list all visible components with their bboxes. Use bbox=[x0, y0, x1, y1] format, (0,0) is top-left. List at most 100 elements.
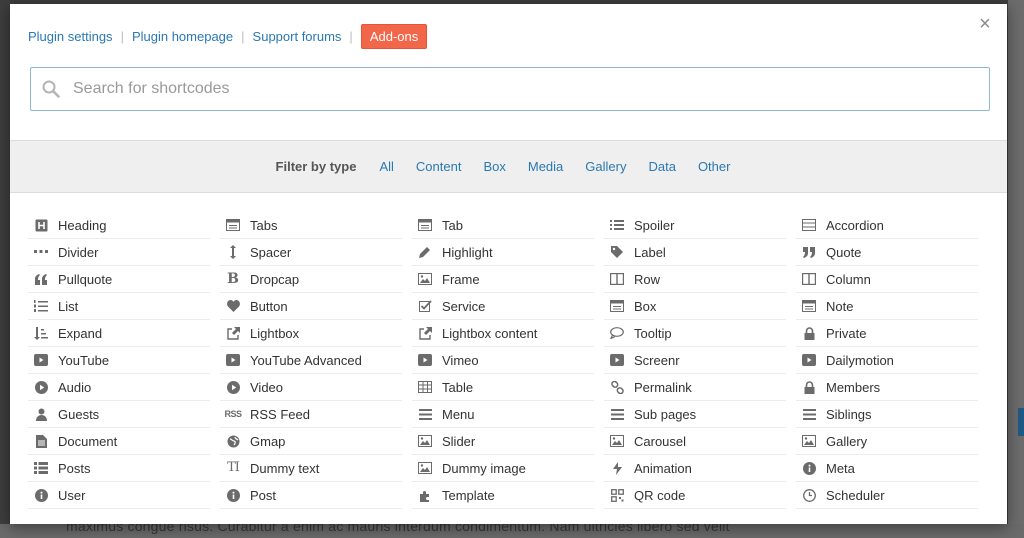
shortcode-item-spoiler[interactable]: Spoiler bbox=[604, 212, 786, 239]
shortcode-item-tabs[interactable]: Tabs bbox=[220, 212, 402, 239]
shortcode-item-sub-pages[interactable]: Sub pages bbox=[604, 401, 786, 428]
shortcode-item-column[interactable]: Column bbox=[796, 266, 978, 293]
filter-other[interactable]: Other bbox=[698, 159, 731, 174]
shortcode-item-template[interactable]: Template bbox=[412, 482, 594, 509]
shortcode-item-vimeo[interactable]: Vimeo bbox=[412, 347, 594, 374]
filter-media[interactable]: Media bbox=[528, 159, 563, 174]
shortcode-label: Tabs bbox=[250, 217, 278, 233]
filter-gallery[interactable]: Gallery bbox=[585, 159, 626, 174]
shortcode-label: Highlight bbox=[442, 244, 493, 260]
shortcode-item-rss-feed[interactable]: RSS RSS Feed bbox=[220, 401, 402, 428]
shortcode-item-lightbox-content[interactable]: Lightbox content bbox=[412, 320, 594, 347]
shortcode-item-divider[interactable]: Divider bbox=[28, 239, 210, 266]
shortcode-item-lightbox[interactable]: Lightbox bbox=[220, 320, 402, 347]
shortcode-label: Spacer bbox=[250, 244, 292, 260]
search-input[interactable] bbox=[71, 69, 989, 109]
shortcode-item-accordion[interactable]: Accordion bbox=[796, 212, 978, 239]
filter-all[interactable]: All bbox=[379, 159, 393, 174]
vertical-arrows-icon bbox=[226, 245, 240, 259]
shortcode-item-service[interactable]: Service bbox=[412, 293, 594, 320]
shortcode-item-list[interactable]: List bbox=[28, 293, 210, 320]
plugin-homepage-link[interactable]: Plugin homepage bbox=[132, 29, 233, 44]
shortcode-label: RSS Feed bbox=[250, 406, 310, 422]
shortcode-item-note[interactable]: Note bbox=[796, 293, 978, 320]
shortcode-grid: Heading Tabs Tab Spoiler Accordion Divider Spa… bbox=[28, 212, 990, 509]
shortcode-label: Note bbox=[826, 298, 854, 314]
shortcode-label: Scheduler bbox=[826, 487, 885, 503]
shortcode-item-box[interactable]: Box bbox=[604, 293, 786, 320]
shortcode-item-scheduler[interactable]: Scheduler bbox=[796, 482, 978, 509]
shortcode-label: Button bbox=[250, 298, 288, 314]
shortcode-label: Expand bbox=[58, 325, 103, 341]
shortcode-item-dailymotion[interactable]: Dailymotion bbox=[796, 347, 978, 374]
shortcode-label: QR code bbox=[634, 487, 686, 503]
shortcode-item-menu[interactable]: Menu bbox=[412, 401, 594, 428]
comment-icon bbox=[610, 326, 624, 340]
shortcode-item-guests[interactable]: Guests bbox=[28, 401, 210, 428]
shortcode-item-video[interactable]: Video bbox=[220, 374, 402, 401]
shortcode-item-members[interactable]: Members bbox=[796, 374, 978, 401]
shortcode-label: Vimeo bbox=[442, 352, 479, 368]
shortcode-item-private[interactable]: Private bbox=[796, 320, 978, 347]
text-height-icon: TI bbox=[227, 460, 240, 475]
support-forums-link[interactable]: Support forums bbox=[253, 29, 342, 44]
filter-box[interactable]: Box bbox=[483, 159, 505, 174]
shortcode-item-tooltip[interactable]: Tooltip bbox=[604, 320, 786, 347]
shortcode-item-highlight[interactable]: Highlight bbox=[412, 239, 594, 266]
shortcode-item-qr-code[interactable]: QR code bbox=[604, 482, 786, 509]
list-ol-icon bbox=[34, 299, 48, 313]
plugin-settings-link[interactable]: Plugin settings bbox=[28, 29, 113, 44]
shortcode-item-heading[interactable]: Heading bbox=[28, 212, 210, 239]
shortcode-item-youtube[interactable]: YouTube bbox=[28, 347, 210, 374]
shortcode-item-pullquote[interactable]: Pullquote bbox=[28, 266, 210, 293]
filter-data[interactable]: Data bbox=[648, 159, 675, 174]
background-page-edge bbox=[1008, 0, 1024, 538]
shortcode-label: YouTube Advanced bbox=[250, 352, 362, 368]
shortcode-item-youtube-advanced[interactable]: YouTube Advanced bbox=[220, 347, 402, 374]
shortcode-item-table[interactable]: Table bbox=[412, 374, 594, 401]
filter-content[interactable]: Content bbox=[416, 159, 462, 174]
pencil-icon bbox=[418, 245, 432, 259]
user-icon bbox=[34, 407, 48, 421]
shortcode-label: Dailymotion bbox=[826, 352, 894, 368]
shortcode-item-quote[interactable]: Quote bbox=[796, 239, 978, 266]
shortcode-item-label[interactable]: Label bbox=[604, 239, 786, 266]
shortcode-item-meta[interactable]: Meta bbox=[796, 455, 978, 482]
shortcode-item-spacer[interactable]: Spacer bbox=[220, 239, 402, 266]
shortcode-item-row[interactable]: Row bbox=[604, 266, 786, 293]
shortcode-item-carousel[interactable]: Carousel bbox=[604, 428, 786, 455]
addons-button[interactable]: Add-ons bbox=[360, 23, 428, 49]
shortcode-item-button[interactable]: Button bbox=[220, 293, 402, 320]
shortcode-item-dummy-image[interactable]: Dummy image bbox=[412, 455, 594, 482]
shortcode-label: Carousel bbox=[634, 433, 687, 449]
shortcode-item-post[interactable]: Post bbox=[220, 482, 402, 509]
shortcode-item-expand[interactable]: Expand bbox=[28, 320, 210, 347]
shortcode-item-audio[interactable]: Audio bbox=[28, 374, 210, 401]
shortcode-label: Lightbox content bbox=[442, 325, 538, 341]
shortcode-item-animation[interactable]: Animation bbox=[604, 455, 786, 482]
shortcode-item-gallery[interactable]: Gallery bbox=[796, 428, 978, 455]
play-icon bbox=[34, 353, 48, 367]
shortcode-item-posts[interactable]: Posts bbox=[28, 455, 210, 482]
info-icon bbox=[34, 488, 48, 502]
shortcode-item-document[interactable]: Document bbox=[28, 428, 210, 455]
shortcode-item-user[interactable]: User bbox=[28, 482, 210, 509]
shortcode-label: Box bbox=[634, 298, 657, 314]
puzzle-icon bbox=[418, 488, 432, 502]
play-icon bbox=[802, 353, 816, 367]
shortcode-item-permalink[interactable]: Permalink bbox=[604, 374, 786, 401]
info-icon bbox=[802, 461, 816, 475]
close-icon[interactable]: × bbox=[975, 14, 995, 34]
shortcode-item-frame[interactable]: Frame bbox=[412, 266, 594, 293]
tab-icon bbox=[418, 218, 432, 232]
shortcode-item-tab[interactable]: Tab bbox=[412, 212, 594, 239]
shortcode-label: Sub pages bbox=[634, 406, 697, 422]
shortcode-item-dummy-text[interactable]: TI Dummy text bbox=[220, 455, 402, 482]
shortcode-item-slider[interactable]: Slider bbox=[412, 428, 594, 455]
shortcode-item-gmap[interactable]: Gmap bbox=[220, 428, 402, 455]
shortcode-item-dropcap[interactable]: B Dropcap bbox=[220, 266, 402, 293]
image-icon bbox=[418, 434, 432, 448]
shortcode-item-screenr[interactable]: Screenr bbox=[604, 347, 786, 374]
shortcode-label: Gmap bbox=[250, 433, 286, 449]
shortcode-item-siblings[interactable]: Siblings bbox=[796, 401, 978, 428]
